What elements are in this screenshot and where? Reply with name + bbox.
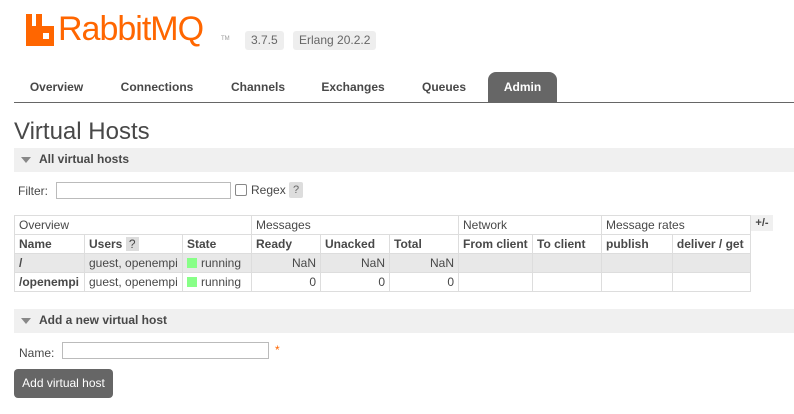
col-ready[interactable]: Ready [251,234,321,254]
required-mark: * [275,343,280,357]
vhost-state: running [182,253,252,273]
col-name[interactable]: Name [14,234,85,254]
col-to-client[interactable]: To client [532,234,602,254]
regex-label: Regex [251,183,286,197]
rabbitmq-logo[interactable]: RabbitMQ TM [26,10,230,48]
group-header-network: Network [458,215,602,235]
col-state[interactable]: State [182,234,252,254]
vhost-unacked: 0 [320,272,390,292]
col-publish[interactable]: publish [601,234,673,254]
regex-help-icon[interactable]: ? [289,182,303,198]
all-vhosts-title: All virtual hosts [39,152,130,166]
vhost-users: guest, openempi [84,272,183,292]
vhost-total: NaN [389,253,459,273]
tab-connections[interactable]: Connections [108,72,206,102]
vhost-to-client [532,272,602,292]
vhost-total: 0 [389,272,459,292]
vhost-unacked: NaN [320,253,390,273]
erlang-version-badge: Erlang 20.2.2 [293,31,377,50]
group-header-overview: Overview [14,215,252,235]
vhost-from-client [458,272,533,292]
vhost-name-link[interactable]: / [14,253,85,273]
collapse-triangle-icon [21,318,31,324]
col-total[interactable]: Total [389,234,459,254]
col-users-label: Users [89,237,123,251]
tab-queues[interactable]: Queues [411,72,477,102]
vhost-name-link[interactable]: /openempi [14,272,85,292]
group-header-messages: Messages [251,215,459,235]
add-vhost-button[interactable]: Add virtual host [14,369,113,398]
tab-overview[interactable]: Overview [14,72,99,102]
tab-channels[interactable]: Channels [216,72,300,102]
col-deliver-get[interactable]: deliver / get [671,234,752,254]
vhost-publish [601,272,673,292]
vhost-ready: NaN [251,253,321,273]
logo-tm: TM [221,36,230,42]
group-header-message-rates: Message rates [601,215,751,235]
tab-admin[interactable]: Admin [488,72,557,102]
filter-input[interactable] [56,182,231,199]
users-help-icon[interactable]: ? [125,237,139,251]
version-badge: 3.7.5 [245,31,284,50]
vhost-ready: 0 [251,272,321,292]
vhost-state-text: running [201,256,242,270]
filter-label: Filter: [18,184,48,198]
all-vhosts-section-toggle[interactable]: All virtual hosts [14,148,794,172]
column-toggle-button[interactable]: +/- [751,215,773,231]
col-users[interactable]: Users ? [84,234,183,254]
regex-checkbox[interactable] [235,184,247,196]
running-status-icon [187,258,197,268]
vhost-name-label: Name: [19,346,55,360]
tab-exchanges[interactable]: Exchanges [310,72,396,102]
col-unacked[interactable]: Unacked [320,234,390,254]
add-vhost-title: Add a new virtual host [39,313,168,327]
vhost-state-text: running [201,275,242,289]
vhost-state: running [182,272,252,292]
running-status-icon [187,277,197,287]
vhost-name-input[interactable] [62,342,269,359]
add-vhost-section-toggle[interactable]: Add a new virtual host [14,309,794,333]
collapse-triangle-icon [21,157,31,163]
page-title: Virtual Hosts [14,118,150,145]
virtual-hosts-table: Overview Messages Network Message rates … [14,215,752,292]
vhost-from-client [458,253,533,273]
rabbitmq-logo-icon [26,14,54,46]
vhost-to-client [532,253,602,273]
vhost-publish [601,253,673,273]
vhost-deliver-get [671,272,752,292]
logo-wordmark: RabbitMQ [58,10,204,48]
main-nav-tabs: Overview Connections Channels Exchanges … [14,72,794,103]
vhost-deliver-get [671,253,752,273]
vhost-users: guest, openempi [84,253,183,273]
table-row[interactable]: /openempi guest, openempi running 0 0 0 [14,272,752,292]
table-row[interactable]: / guest, openempi running NaN NaN NaN [14,253,752,273]
col-from-client[interactable]: From client [458,234,533,254]
